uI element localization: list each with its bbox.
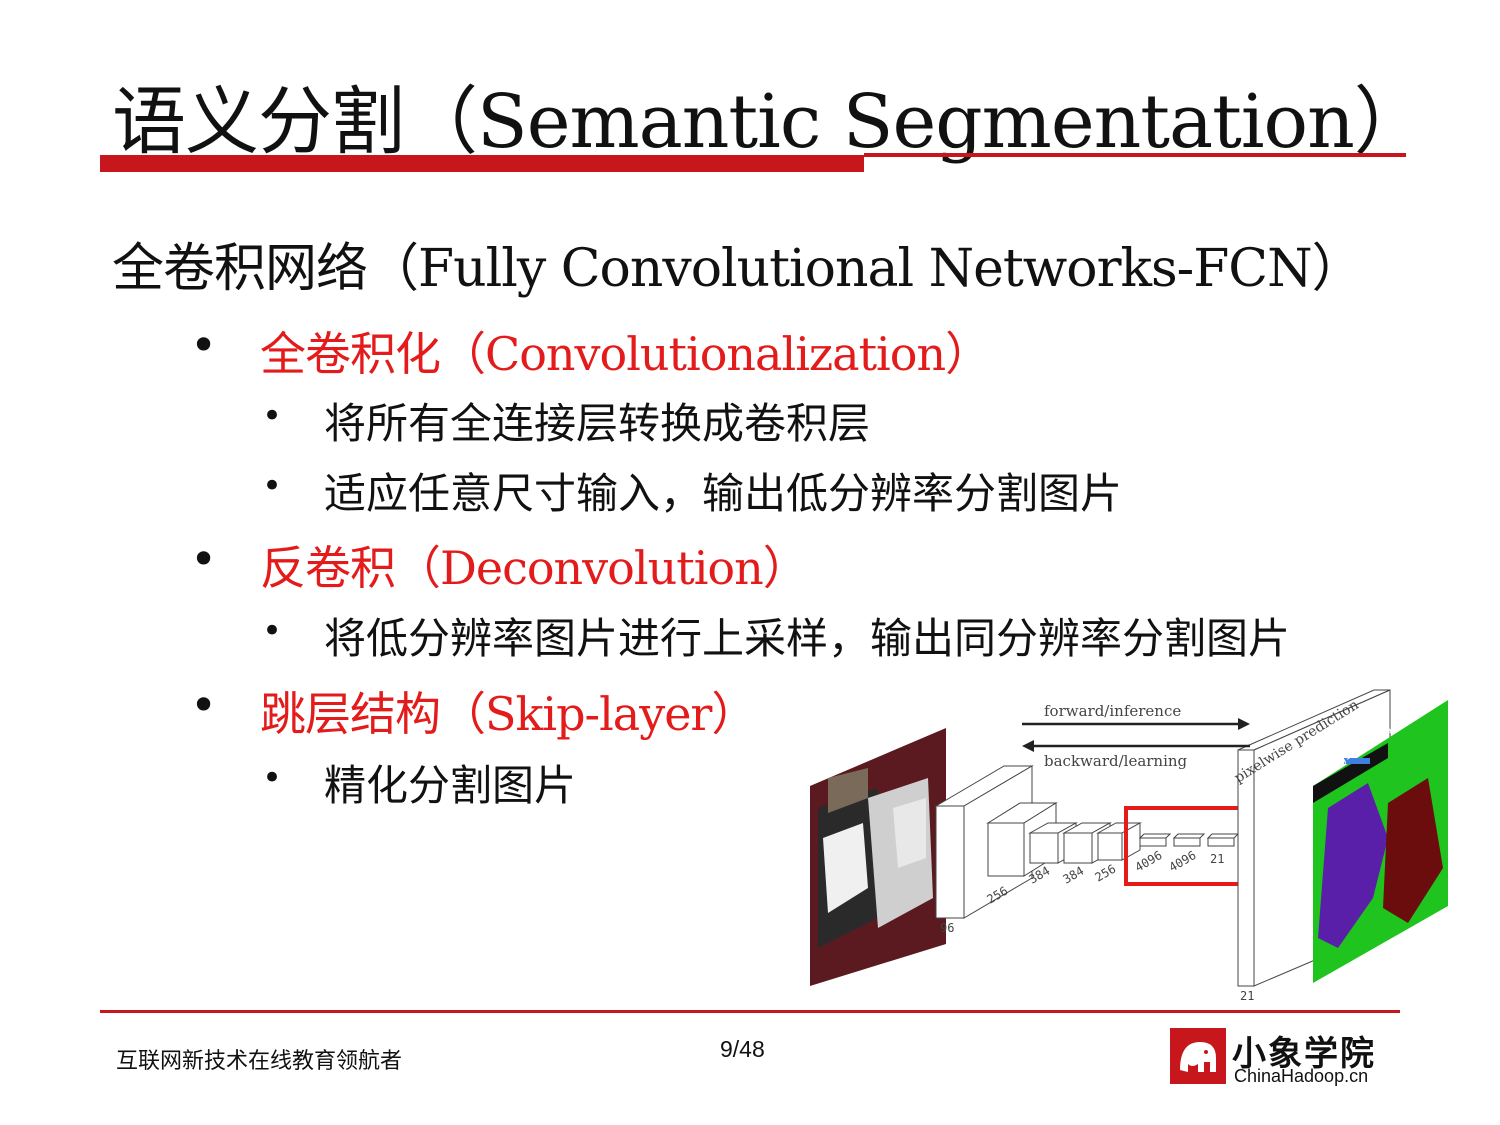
bullet-dot: •	[190, 678, 217, 732]
input-photo	[810, 728, 946, 986]
bullet-text: 将低分辨率图片进行上采样，输出同分辨率分割图片	[324, 614, 1291, 663]
layer-label: 256	[1093, 862, 1119, 885]
layer-label: 384	[1061, 864, 1087, 887]
backward-label: backward/learning	[1044, 752, 1188, 770]
logo-subtitle: ChinaHadoop.cn	[1234, 1066, 1369, 1086]
bullet-dot: •	[190, 532, 217, 586]
page-number: 9/48	[720, 1036, 765, 1062]
forward-label: forward/inference	[1044, 702, 1181, 720]
footer-slogan: 互联网新技术在线教育领航者	[116, 1049, 403, 1074]
bullet-dot: •	[262, 758, 283, 798]
bullet-dot: •	[262, 611, 283, 651]
fcn-architecture-figure: forward/inference backward/learning pixe…	[810, 689, 1448, 1003]
bullet-text: 适应任意尺寸输入，输出低分辨率分割图片	[324, 469, 1123, 518]
bullet-dot: •	[262, 396, 283, 436]
logo: 小象学院 ChinaHadoop.cn	[1170, 1026, 1400, 1086]
backward-arrow	[1022, 740, 1250, 752]
bullet-dot: •	[190, 318, 217, 372]
layer-label: 4096	[1167, 848, 1199, 875]
bullet-dot: •	[262, 466, 283, 506]
layer-label: 21	[1210, 852, 1224, 866]
bullet-text: 精化分割图片	[324, 761, 577, 810]
layer-label: 96	[940, 921, 954, 935]
fc-blocks	[1138, 833, 1240, 847]
elephant-logo-icon	[1170, 1028, 1226, 1084]
bullet-text: 反卷积（Deconvolution）	[260, 541, 809, 595]
section-heading: 全卷积网络（Fully Convolutional Networks-FCN）	[112, 239, 1364, 299]
output-label: 21	[1240, 989, 1254, 1003]
bullet-text: 将所有全连接层转换成卷积层	[324, 399, 871, 448]
bullet-text: 全卷积化（Convolutionalization）	[260, 327, 991, 381]
title-underline-thick	[100, 155, 864, 172]
title-underline-thin	[864, 153, 1406, 157]
footer-divider	[100, 1010, 1400, 1013]
bullet-text: 跳层结构（Skip-layer）	[260, 687, 757, 741]
